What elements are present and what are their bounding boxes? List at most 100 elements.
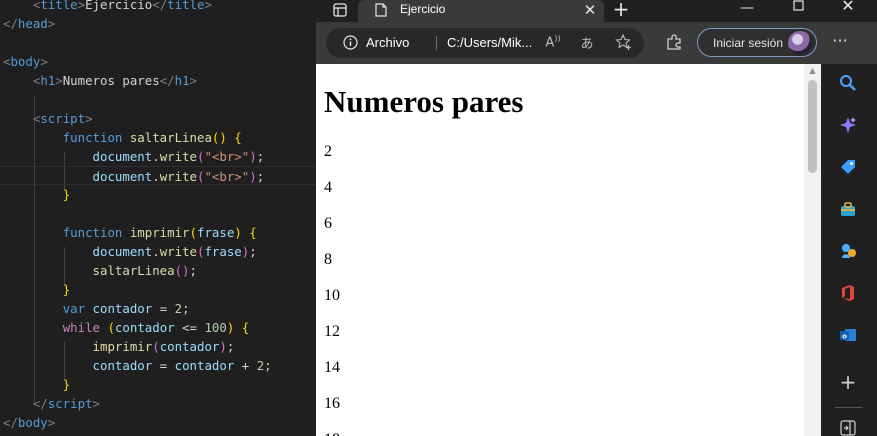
code-token: Ejercicio [85, 0, 153, 12]
close-tab-icon[interactable]: ✕ [583, 2, 597, 18]
code-token: > [47, 16, 56, 31]
code-line[interactable]: var contador = 2; [0, 299, 190, 318]
code-token: "<br>" [204, 149, 250, 164]
code-token: head [17, 16, 48, 31]
tab-ejercicio[interactable]: Ejercicio ✕ [358, 0, 604, 22]
hide-sidebar-icon[interactable] [837, 420, 859, 436]
code-line[interactable]: <title>Ejercicio</title> [0, 0, 212, 14]
code-token: body [10, 54, 41, 69]
code-line[interactable]: while (contador <= 100) { [0, 318, 250, 337]
site-info-label[interactable]: Archivo [366, 35, 409, 50]
code-token: ; [264, 358, 272, 373]
code-line[interactable]: } [0, 375, 70, 394]
code-token: function [62, 130, 123, 145]
code-token: while [62, 320, 100, 335]
code-token: ; [249, 244, 257, 259]
avatar [788, 31, 812, 55]
code-line[interactable]: } [0, 280, 70, 299]
code-token: var [62, 301, 86, 316]
code-line[interactable]: document.write("<br>"); [0, 147, 265, 166]
close-window-icon[interactable]: ✕ [839, 0, 857, 14]
code-token: contador [92, 358, 153, 373]
code-token: > [189, 73, 197, 88]
code-line[interactable]: document.write(frase); [0, 242, 257, 261]
code-line[interactable] [0, 90, 3, 109]
scroll-thumb[interactable] [808, 80, 817, 173]
minimize-icon[interactable]: — [738, 0, 756, 16]
sign-in-label: Iniciar sesión [713, 36, 784, 50]
code-line[interactable]: document.write("<br>"); [0, 166, 316, 185]
code-line[interactable]: function saltarLinea() { [0, 128, 242, 147]
read-aloud-icon[interactable]: A)) [544, 34, 562, 50]
page-heading: Numeros pares [324, 84, 524, 119]
maximize-icon[interactable] [790, 0, 806, 16]
code-line[interactable]: contador = contador + 2; [0, 356, 272, 375]
edge-sidebar: o + [821, 64, 877, 436]
add-icon[interactable]: + [837, 371, 859, 393]
code-line[interactable]: </head> [0, 14, 55, 33]
code-token: write [159, 169, 197, 184]
code-line[interactable]: function imprimir(frase) { [0, 223, 257, 242]
code-token: } [62, 187, 71, 202]
vertical-scrollbar[interactable]: ▲ [804, 64, 821, 436]
office-icon[interactable] [837, 284, 859, 306]
code-token: { [234, 130, 242, 145]
code-line[interactable]: imprimir(contador); [0, 337, 235, 356]
more-options-icon[interactable]: ··· [830, 31, 850, 50]
new-tab-icon[interactable]: + [612, 0, 630, 19]
code-line[interactable] [0, 33, 3, 52]
extensions-icon[interactable] [664, 33, 684, 55]
code-token: ; [256, 149, 265, 164]
code-token: > [77, 0, 86, 12]
add-favorite-icon[interactable] [614, 33, 634, 55]
code-token: document [92, 244, 153, 259]
code-token: script [47, 396, 93, 411]
scroll-up-icon[interactable]: ▲ [804, 64, 821, 78]
sign-in-button[interactable]: Iniciar sesión [697, 28, 817, 57]
code-token: > [55, 73, 63, 88]
toolbox-icon[interactable] [837, 200, 859, 222]
code-token: ) [249, 169, 257, 184]
code-line[interactable]: <body> [0, 52, 48, 71]
shopping-tag-icon[interactable] [837, 158, 859, 180]
address-bar[interactable]: Archivo C:/Users/Mik... A)) あ [326, 28, 644, 58]
games-icon[interactable] [837, 242, 859, 264]
code-line[interactable] [0, 204, 3, 223]
code-line[interactable]: } [0, 185, 70, 204]
code-line[interactable]: </body> [0, 413, 55, 432]
output-number: 10 [324, 287, 340, 304]
code-token: > [47, 415, 56, 430]
url-text[interactable]: C:/Users/Mik... [447, 35, 532, 50]
code-token: frase [204, 244, 242, 259]
code-line[interactable]: saltarLinea(); [0, 261, 197, 280]
code-token: . [152, 149, 160, 164]
code-token: h1 [40, 73, 56, 88]
outlook-icon[interactable]: o [837, 326, 859, 348]
code-token: body [17, 415, 48, 430]
code-token: </ [3, 396, 48, 411]
info-icon[interactable] [342, 35, 358, 54]
tab-actions-icon[interactable] [332, 3, 348, 19]
output-number: 4 [324, 179, 332, 196]
code-token: imprimir [129, 225, 190, 240]
search-icon[interactable] [837, 74, 859, 96]
code-token: ( [152, 339, 160, 354]
browser-window: Ejercicio ✕ + — ✕ Archivo C:/Users/Mik..… [316, 0, 877, 436]
code-line[interactable]: </script> [0, 394, 100, 413]
code-editor[interactable]: <title>Ejercicio</title> </head> <body> <h… [0, 0, 316, 436]
copilot-icon[interactable] [837, 116, 859, 138]
code-line[interactable]: <script> [0, 109, 93, 128]
code-line[interactable]: <h1>Numeros pares</h1> [0, 71, 197, 90]
code-token: 100 [204, 320, 227, 335]
code-token: = [152, 358, 175, 373]
output-number: 2 [324, 143, 332, 160]
code-token: + [234, 358, 257, 373]
code-token: > [204, 0, 212, 12]
translate-icon[interactable]: あ [578, 33, 596, 52]
code-token: </ [3, 16, 18, 31]
code-token: () [211, 130, 227, 145]
